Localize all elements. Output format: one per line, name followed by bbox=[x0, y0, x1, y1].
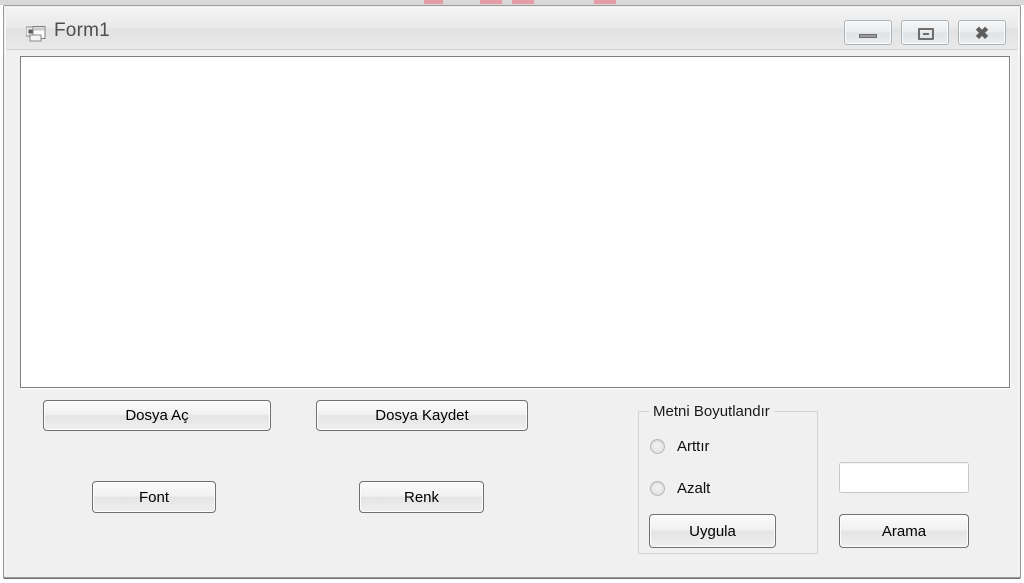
color-button[interactable]: Renk bbox=[359, 481, 484, 513]
apply-button-label: Uygula bbox=[689, 522, 736, 540]
groupbox-title: Metni Boyutlandır bbox=[649, 403, 774, 420]
radio-button-icon bbox=[650, 480, 665, 496]
save-file-button[interactable]: Dosya Kaydet bbox=[316, 400, 528, 431]
save-file-button-label: Dosya Kaydet bbox=[375, 407, 469, 424]
radio-decrease[interactable]: Azalt bbox=[650, 479, 710, 497]
title-bar[interactable]: Form1 ✖ bbox=[6, 8, 1018, 49]
open-file-button-label: Dosya Aç bbox=[125, 407, 189, 424]
search-textbox[interactable] bbox=[839, 462, 969, 493]
windows-form-icon bbox=[25, 26, 46, 42]
radio-decrease-label: Azalt bbox=[677, 479, 711, 497]
top-mark-1 bbox=[424, 0, 443, 4]
color-button-label: Renk bbox=[403, 488, 440, 506]
close-icon: ✖ bbox=[974, 24, 990, 43]
minimize-icon bbox=[859, 34, 877, 38]
search-button[interactable]: Arama bbox=[839, 514, 969, 548]
search-input[interactable] bbox=[840, 463, 968, 492]
radio-increase[interactable]: Arttır bbox=[650, 437, 710, 455]
font-button-label: Font bbox=[138, 488, 169, 506]
rich-text-box[interactable] bbox=[20, 56, 1010, 388]
radio-button-icon bbox=[650, 438, 665, 454]
application-window: Form1 ✖ Dosya Aç Dosya Kaydet Font Renk … bbox=[3, 5, 1021, 578]
font-button[interactable]: Font bbox=[92, 481, 216, 513]
top-mark-2 bbox=[480, 0, 502, 4]
open-file-button[interactable]: Dosya Aç bbox=[43, 400, 271, 431]
top-mark-3 bbox=[512, 0, 534, 4]
maximize-button[interactable] bbox=[901, 20, 949, 45]
form-client-area: Dosya Aç Dosya Kaydet Font Renk Metni Bo… bbox=[6, 50, 1018, 576]
search-button-label: Arama bbox=[881, 522, 927, 540]
maximize-icon bbox=[918, 28, 934, 40]
screenshot-canvas: Form1 ✖ Dosya Aç Dosya Kaydet Font Renk … bbox=[0, 0, 1024, 583]
apply-button[interactable]: Uygula bbox=[649, 514, 776, 548]
top-mark-4 bbox=[594, 0, 616, 4]
radio-increase-label: Arttır bbox=[677, 437, 710, 455]
window-title: Form1 bbox=[54, 20, 110, 41]
minimize-button[interactable] bbox=[844, 20, 892, 45]
close-button[interactable]: ✖ bbox=[958, 20, 1006, 45]
